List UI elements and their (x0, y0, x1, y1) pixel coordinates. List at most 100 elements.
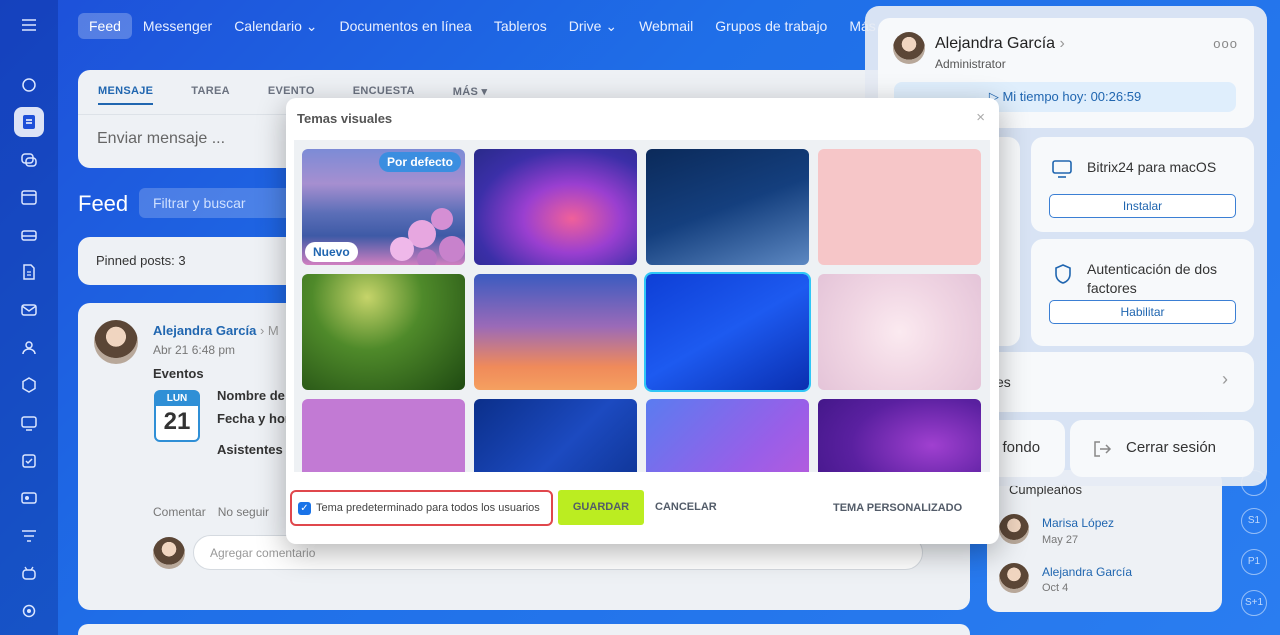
dialog-title: Temas visuales (297, 111, 392, 126)
theme-thumb[interactable] (302, 274, 465, 390)
default-theme-checkbox-label[interactable]: Tema predeterminado para todos los usuar… (316, 502, 540, 514)
default-tag: Por defecto (379, 152, 461, 172)
user-name-text: Alejandra García (935, 35, 1055, 52)
settings-icon[interactable] (14, 596, 44, 626)
theme-thumb-default[interactable]: Por defecto Nuevo (302, 149, 465, 265)
collaboration-icon[interactable] (14, 70, 44, 100)
page-title: Feed (78, 191, 128, 217)
theme-thumb-selected[interactable] (646, 274, 809, 390)
tab-task[interactable]: TAREA (191, 85, 230, 105)
hexagon-icon[interactable] (14, 370, 44, 400)
install-button[interactable]: Instalar (1049, 194, 1236, 218)
logout-icon (1092, 439, 1112, 464)
menu-icon[interactable] (14, 10, 44, 40)
event-calendar-badge: LUN 21 (154, 390, 200, 442)
nav-webmail[interactable]: Webmail (628, 13, 704, 39)
mail-icon[interactable] (14, 295, 44, 325)
feed-icon[interactable] (14, 107, 44, 137)
tasks-icon[interactable] (14, 446, 44, 476)
birthday-name[interactable]: Marisa López (1042, 516, 1114, 530)
logout-label: Cerrar sesión (1126, 439, 1216, 456)
desktop-icon (1051, 159, 1073, 184)
event-attendees-label: Asistentes (217, 442, 283, 457)
chevron-right-icon: › (1222, 369, 1228, 390)
two-factor-card: Autenticación de dos factores Habilitar (1031, 239, 1254, 346)
chevron-right-icon: › (1060, 35, 1065, 52)
avatar[interactable] (94, 320, 138, 364)
user-name[interactable]: Alejandra García › (935, 35, 1065, 53)
next-post (78, 624, 970, 635)
post-author[interactable]: Alejandra García › M (153, 323, 279, 338)
nav-documents[interactable]: Documentos en línea (329, 13, 483, 39)
chevron-down-icon: ⌄ (605, 18, 617, 34)
nav-feed[interactable]: Feed (78, 13, 132, 39)
theme-thumb[interactable] (818, 149, 981, 265)
chat-icon[interactable] (14, 145, 44, 175)
enable-button[interactable]: Habilitar (1049, 300, 1236, 324)
theme-thumb[interactable] (474, 274, 637, 390)
time-tracker-label: Mi tiempo hoy: 00:26:59 (1002, 89, 1141, 104)
crm-icon[interactable] (14, 408, 44, 438)
two-factor-title: Autenticación de dos factores (1087, 260, 1247, 298)
post-type: Eventos (153, 366, 204, 381)
tab-message[interactable]: MENSAJE (98, 85, 153, 105)
theme-thumb[interactable] (302, 399, 465, 472)
pinned-posts-label: Pinned posts: 3 (96, 253, 186, 268)
birthday-date: May 27 (1042, 534, 1078, 546)
calendar-month: LUN (156, 392, 198, 406)
drive-icon[interactable] (14, 220, 44, 250)
post-recipient: › M (260, 323, 279, 338)
search-input[interactable]: Filtrar y buscar (139, 188, 309, 218)
visual-themes-dialog: Temas visuales × Por defecto Nuevo ✓ Tem… (286, 98, 999, 544)
calendar-day: 21 (156, 406, 198, 438)
nav-workgroups[interactable]: Grupos de trabajo (704, 13, 838, 39)
calendar-icon[interactable] (14, 182, 44, 212)
nav-calendar[interactable]: Calendario ⌄ (223, 13, 328, 40)
badge[interactable]: S1 (1241, 508, 1267, 534)
badge[interactable]: P1 (1241, 549, 1267, 575)
macos-app-title: Bitrix24 para macOS (1087, 158, 1216, 177)
default-theme-checkbox[interactable]: ✓ (298, 502, 311, 515)
nav-calendar-label: Calendario (234, 18, 302, 34)
close-icon[interactable]: × (976, 109, 985, 126)
user-role: Administrator (935, 57, 1006, 71)
groups-icon[interactable] (14, 333, 44, 363)
robot-icon[interactable] (14, 558, 44, 588)
cancel-button[interactable]: CANCELAR (655, 501, 717, 513)
nav-drive[interactable]: Drive ⌄ (558, 13, 628, 40)
message-input[interactable]: Enviar mensaje ... (97, 130, 225, 148)
custom-theme-button[interactable]: TEMA PERSONALIZADO (833, 502, 962, 514)
post-date: Abr 21 6:48 pm (153, 343, 235, 357)
more-options-icon[interactable]: ooo (1213, 36, 1238, 51)
save-button[interactable]: GUARDAR (558, 490, 644, 525)
theme-thumb[interactable] (818, 399, 981, 472)
theme-thumb[interactable] (646, 149, 809, 265)
contacts-icon[interactable] (14, 483, 44, 513)
avatar[interactable] (999, 514, 1029, 544)
event-name-label: Nombre de (217, 388, 285, 403)
birthday-date: Oct 4 (1042, 582, 1068, 594)
background-label: l fondo (995, 439, 1040, 456)
comment-link[interactable]: Comentar (153, 505, 206, 519)
badge[interactable]: S+1 (1241, 590, 1267, 616)
theme-thumb[interactable] (646, 399, 809, 472)
nav-boards[interactable]: Tableros (483, 13, 558, 39)
logout-button[interactable]: Cerrar sesión (1070, 420, 1254, 477)
top-navigation: Feed Messenger Calendario ⌄ Documentos e… (78, 12, 902, 40)
dialog-footer: ✓ Tema predeterminado para todos los usu… (286, 488, 999, 528)
birthday-name[interactable]: Alejandra García (1042, 565, 1132, 579)
theme-thumb[interactable] (474, 149, 637, 265)
nav-messenger[interactable]: Messenger (132, 13, 223, 39)
shield-icon (1053, 263, 1073, 290)
post-actions: Comentar No seguir (153, 505, 269, 519)
left-sidebar (0, 0, 58, 635)
birthdays-widget: Cumpleaños Marisa López May 27 Alejandra… (987, 470, 1222, 612)
filter-icon[interactable] (14, 521, 44, 551)
event-date-label: Fecha y hor (217, 411, 290, 426)
documents-icon[interactable] (14, 257, 44, 287)
unfollow-link[interactable]: No seguir (218, 505, 269, 519)
theme-thumb[interactable] (818, 274, 981, 390)
avatar[interactable] (999, 563, 1029, 593)
theme-thumb[interactable] (474, 399, 637, 472)
avatar[interactable] (893, 32, 925, 64)
